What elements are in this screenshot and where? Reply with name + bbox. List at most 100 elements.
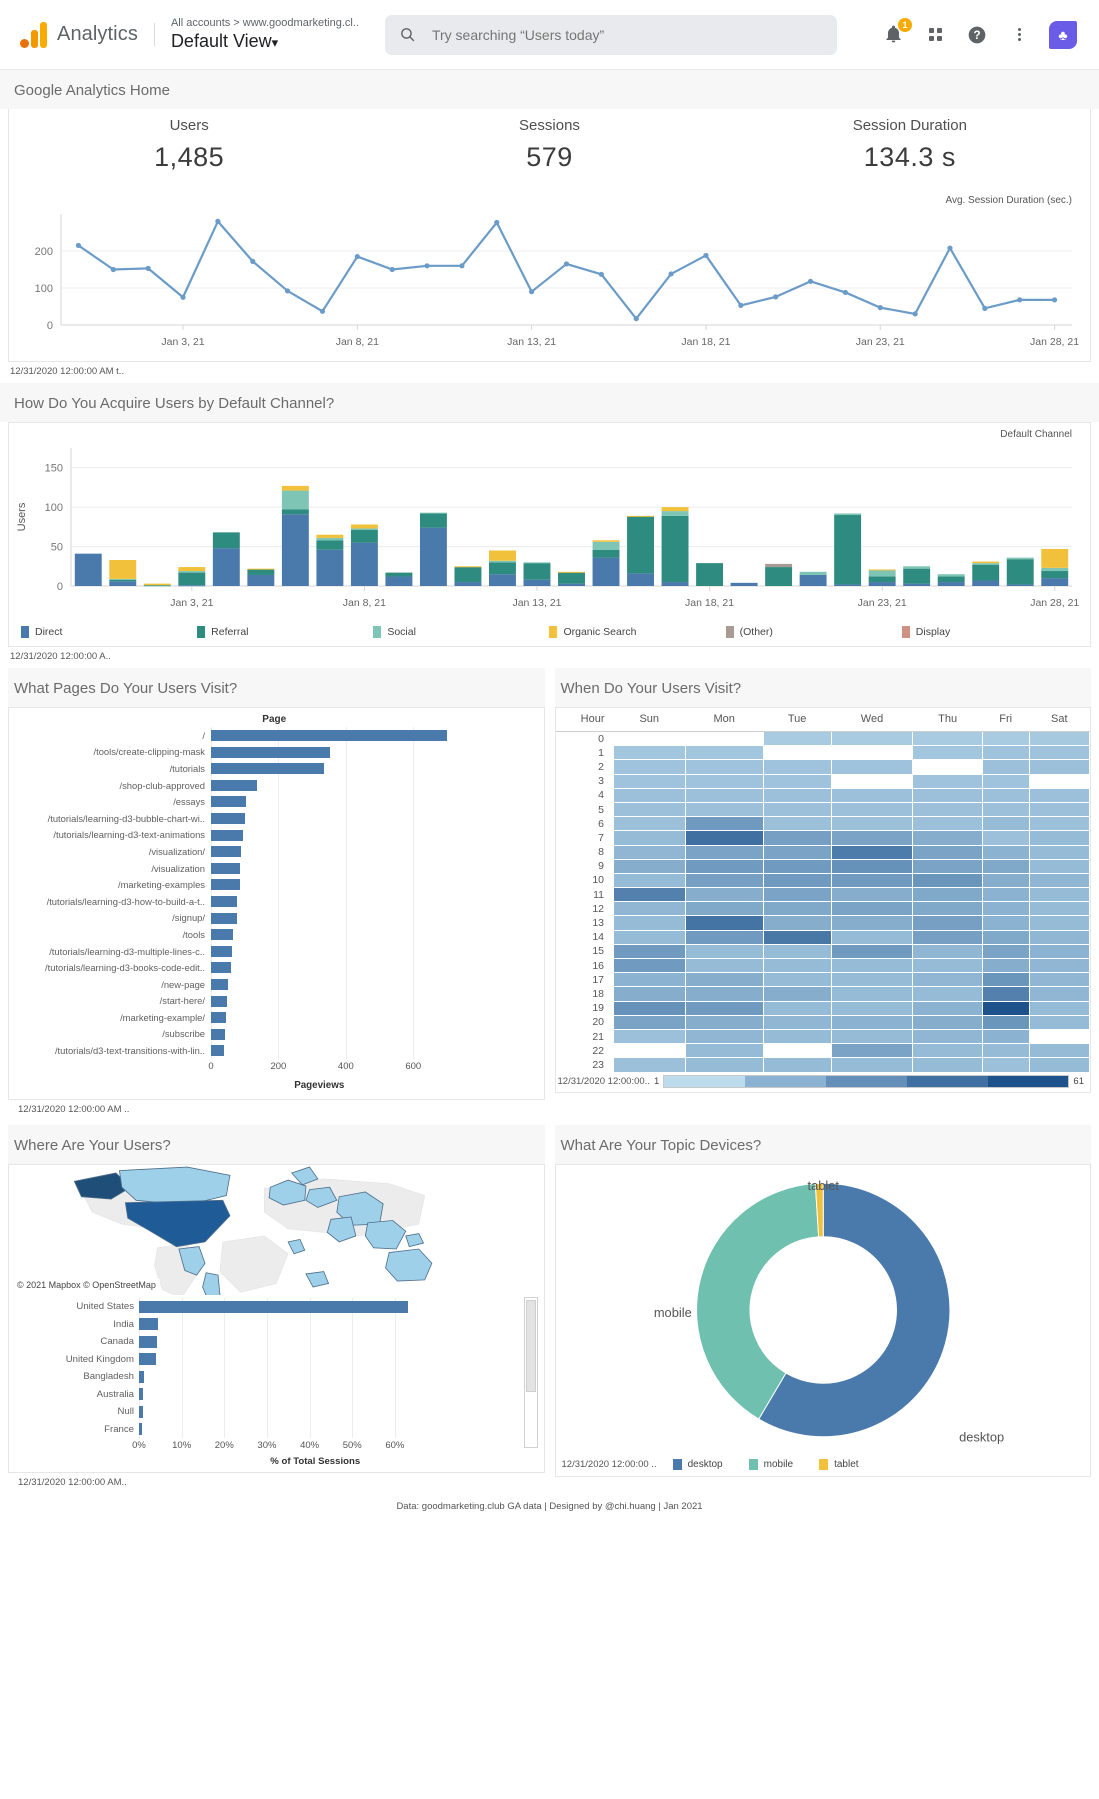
heatmap-cell[interactable] bbox=[1028, 901, 1091, 917]
heatmap-cell[interactable] bbox=[981, 929, 1030, 945]
heatmap-cell[interactable] bbox=[981, 773, 1030, 789]
list-item[interactable]: Bangladesh bbox=[11, 1367, 520, 1386]
heatmap-cell[interactable] bbox=[981, 1028, 1030, 1045]
heatmap-cell[interactable] bbox=[912, 943, 983, 960]
heatmap-cell[interactable] bbox=[981, 844, 1030, 860]
heatmap-cell[interactable] bbox=[912, 929, 983, 945]
heatmap-cell[interactable] bbox=[1028, 915, 1091, 931]
list-item[interactable]: /tutorials/learning-d3-how-to-build-a-t.… bbox=[13, 892, 536, 910]
heatmap-cell[interactable] bbox=[684, 730, 764, 747]
legend-item-organic-search[interactable]: Organic Search bbox=[549, 626, 725, 638]
heatmap-cell[interactable] bbox=[981, 1057, 1030, 1073]
heatmap-cell[interactable] bbox=[762, 901, 832, 917]
heatmap-cell[interactable] bbox=[830, 929, 914, 945]
heatmap-cell[interactable] bbox=[912, 745, 983, 761]
heatmap-cell[interactable] bbox=[684, 858, 764, 874]
legend-item-desktop[interactable]: desktop bbox=[672, 1458, 723, 1470]
heatmap-cell[interactable] bbox=[912, 801, 983, 818]
bar[interactable] bbox=[211, 812, 246, 824]
heatmap-cell[interactable] bbox=[684, 773, 764, 789]
heatmap-cell[interactable] bbox=[912, 1000, 983, 1016]
heatmap-cell[interactable] bbox=[912, 816, 983, 832]
heatmap-cell[interactable] bbox=[1028, 1000, 1091, 1016]
heatmap-cell[interactable] bbox=[981, 787, 1030, 803]
heatmap-cell[interactable] bbox=[981, 943, 1030, 960]
bar[interactable] bbox=[211, 978, 228, 990]
bar[interactable] bbox=[211, 962, 232, 974]
heatmap-cell[interactable] bbox=[1028, 943, 1091, 960]
heatmap-cell[interactable] bbox=[762, 773, 832, 789]
heatmap-cell[interactable] bbox=[1028, 858, 1091, 874]
legend-item-other[interactable]: (Other) bbox=[725, 626, 902, 638]
heatmap-cell[interactable] bbox=[762, 872, 832, 889]
heatmap-cell[interactable] bbox=[830, 986, 914, 1002]
list-item[interactable]: /essays bbox=[13, 793, 536, 810]
legend-item-social[interactable]: Social bbox=[373, 626, 549, 638]
heatmap-cell[interactable] bbox=[684, 1043, 764, 1059]
heatmap-cell[interactable] bbox=[912, 872, 983, 889]
scrollbar-thumb[interactable] bbox=[525, 1299, 536, 1393]
heatmap-cell[interactable] bbox=[613, 1043, 686, 1059]
heatmap-cell[interactable] bbox=[981, 858, 1030, 874]
heatmap-cell[interactable] bbox=[762, 858, 832, 874]
heatmap-cell[interactable] bbox=[684, 830, 764, 846]
heatmap-cell[interactable] bbox=[981, 957, 1030, 974]
heatmap-cell[interactable] bbox=[830, 972, 914, 988]
list-item[interactable]: Canada bbox=[11, 1332, 520, 1351]
heatmap-cell[interactable] bbox=[613, 759, 686, 775]
heatmap-cell[interactable] bbox=[981, 872, 1030, 889]
heatmap-cell[interactable] bbox=[613, 801, 686, 818]
heatmap-cell[interactable] bbox=[1028, 872, 1091, 889]
heatmap-cell[interactable] bbox=[912, 901, 983, 917]
heatmap-cell[interactable] bbox=[613, 1057, 686, 1073]
list-item[interactable]: /tutorials/learning-d3-text-animations bbox=[13, 826, 536, 844]
heatmap-cell[interactable] bbox=[762, 816, 832, 832]
heatmap-cell[interactable] bbox=[1028, 1028, 1091, 1045]
bell-icon[interactable]: 1 bbox=[881, 17, 912, 47]
heatmap-cell[interactable] bbox=[684, 915, 764, 931]
apps-grid-icon[interactable] bbox=[923, 23, 947, 47]
heatmap-cell[interactable] bbox=[684, 801, 764, 818]
legend-item-mobile[interactable]: mobile bbox=[748, 1458, 793, 1470]
bar[interactable] bbox=[139, 1318, 159, 1331]
heatmap-cell[interactable] bbox=[684, 929, 764, 945]
bar[interactable] bbox=[211, 829, 244, 841]
list-item[interactable]: /tutorials/d3-text-transitions-with-lin.… bbox=[13, 1042, 536, 1059]
heatmap-cell[interactable] bbox=[684, 1028, 764, 1045]
heatmap-cell[interactable] bbox=[912, 1028, 983, 1045]
heatmap-cell[interactable] bbox=[1028, 844, 1091, 860]
bar[interactable] bbox=[211, 879, 240, 891]
heatmap-cell[interactable] bbox=[1028, 816, 1091, 832]
heatmap-cell[interactable] bbox=[1028, 730, 1091, 747]
heatmap-cell[interactable] bbox=[684, 901, 764, 917]
heatmap-cell[interactable] bbox=[613, 1000, 686, 1016]
bar[interactable] bbox=[139, 1353, 157, 1366]
heatmap-cell[interactable] bbox=[613, 745, 686, 761]
heatmap-cell[interactable] bbox=[684, 872, 764, 889]
bar[interactable] bbox=[139, 1405, 143, 1418]
heatmap-cell[interactable] bbox=[830, 773, 914, 789]
kebab-menu-icon[interactable] bbox=[1007, 23, 1031, 47]
heatmap-cell[interactable] bbox=[830, 787, 914, 803]
heatmap-cell[interactable] bbox=[981, 915, 1030, 931]
heatmap-cell[interactable] bbox=[613, 986, 686, 1002]
list-item[interactable]: /visualization/ bbox=[13, 843, 536, 860]
heatmap-cell[interactable] bbox=[762, 1057, 832, 1073]
heatmap-cell[interactable] bbox=[830, 1014, 914, 1030]
heatmap-cell[interactable] bbox=[912, 957, 983, 974]
heatmap-cell[interactable] bbox=[613, 730, 686, 747]
heatmap-cell[interactable] bbox=[1028, 986, 1091, 1002]
list-item[interactable]: France bbox=[11, 1420, 520, 1438]
bar[interactable] bbox=[211, 730, 447, 741]
country-scrollbar[interactable] bbox=[523, 1296, 538, 1448]
heatmap-cell[interactable] bbox=[684, 759, 764, 775]
heatmap-cell[interactable] bbox=[1028, 1043, 1091, 1059]
bar[interactable] bbox=[139, 1388, 144, 1401]
heatmap-cell[interactable] bbox=[981, 830, 1030, 846]
bar[interactable] bbox=[211, 895, 238, 907]
heatmap-cell[interactable] bbox=[981, 901, 1030, 917]
heatmap-cell[interactable] bbox=[830, 816, 914, 832]
heatmap-cell[interactable] bbox=[830, 1057, 914, 1073]
heatmap-cell[interactable] bbox=[912, 1057, 983, 1073]
bar[interactable] bbox=[211, 862, 240, 874]
